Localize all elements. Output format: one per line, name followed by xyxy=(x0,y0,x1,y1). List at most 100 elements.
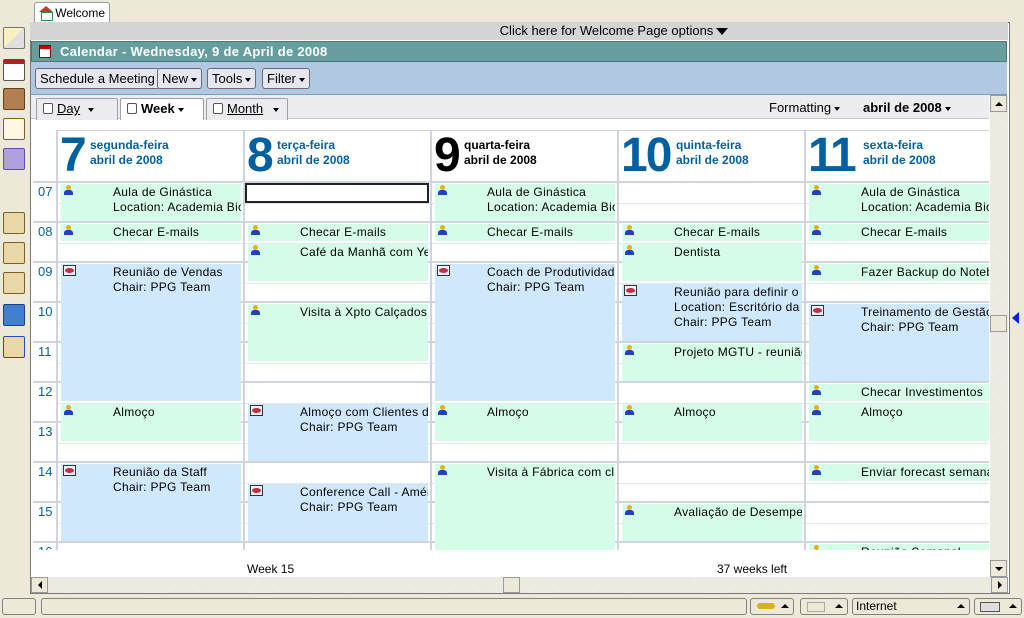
time-slot[interactable] xyxy=(806,443,989,462)
time-slot[interactable] xyxy=(245,283,429,302)
calendar-event[interactable]: Aula de Ginástica Location: Academia Bio xyxy=(435,184,615,221)
time-slot[interactable] xyxy=(245,363,429,382)
event-title: Treinamento de Gestão xyxy=(861,305,989,319)
day-header[interactable]: 7 segunda-feira abril de 2008 xyxy=(56,130,244,182)
time-slot[interactable] xyxy=(432,243,616,262)
calendar-event[interactable]: Aula de Ginástica Location: Academia Bio xyxy=(809,184,989,221)
mail-icon[interactable] xyxy=(3,27,25,49)
calendar-event[interactable]: Almoço xyxy=(435,404,615,441)
database-folder-icon[interactable] xyxy=(3,242,25,264)
time-slot[interactable] xyxy=(245,543,429,550)
time-slot[interactable] xyxy=(619,483,803,502)
day-header[interactable]: 9 quarta-feira abril de 2008 xyxy=(430,130,618,182)
internet-folder-icon[interactable] xyxy=(3,336,25,358)
tools-button[interactable]: Tools xyxy=(207,68,257,89)
keyboard-panel[interactable] xyxy=(974,598,1022,615)
tab-day[interactable]: Day xyxy=(36,98,118,120)
time-slot[interactable] xyxy=(806,483,989,502)
time-slot[interactable] xyxy=(432,443,616,462)
calendar-event[interactable]: Enviar forecast semana xyxy=(809,464,989,481)
calendar-event[interactable]: Treinamento de Gestão Chair: PPG Team xyxy=(809,304,989,381)
todo-icon[interactable] xyxy=(3,118,25,140)
zone-panel[interactable]: Internet xyxy=(852,598,970,615)
time-slot[interactable] xyxy=(806,503,989,522)
calendar-event[interactable]: Checar Investimentos xyxy=(809,384,989,401)
calendar-event[interactable]: Aula de Ginástica Location: Academia Bio xyxy=(61,184,241,221)
status-panel-left xyxy=(2,598,36,615)
vertical-scroll-thumb[interactable] xyxy=(990,315,1007,332)
time-slot[interactable] xyxy=(58,443,242,462)
time-slot[interactable] xyxy=(619,383,803,402)
calendar-event[interactable]: Almoço com Clientes d Chair: PPG Team xyxy=(248,404,428,461)
calendar-event[interactable]: Visita à Xpto Calçados xyxy=(248,304,428,361)
tab-month[interactable]: Month xyxy=(206,98,288,120)
scroll-left-button[interactable] xyxy=(31,577,48,593)
selected-time-slot[interactable] xyxy=(245,183,429,203)
time-slot[interactable] xyxy=(58,543,242,550)
address-book-icon[interactable] xyxy=(3,88,25,110)
formatting-menu[interactable]: Formatting xyxy=(769,100,841,116)
calendar-event[interactable]: Reunião Semanal xyxy=(809,544,989,550)
time-slot[interactable] xyxy=(245,383,429,402)
week-number: Week 15 xyxy=(247,562,295,576)
calendar-event[interactable]: Café da Manhã com Ye xyxy=(248,244,428,281)
time-slot[interactable] xyxy=(806,523,989,542)
calendar-event[interactable]: Checar E-mails xyxy=(435,224,615,241)
calendar-event[interactable]: Fazer Backup do Noteb xyxy=(809,264,989,281)
time-slot[interactable] xyxy=(619,543,803,550)
time-slot[interactable] xyxy=(619,443,803,462)
calendar-event[interactable]: Reunião da Staff Chair: PPG Team xyxy=(61,464,241,541)
time-slot[interactable] xyxy=(245,463,429,482)
security-panel[interactable] xyxy=(750,598,794,615)
calendar-event[interactable]: Visita à Fábrica com cli xyxy=(435,464,615,550)
calendar-event[interactable]: Conference Call - Amér Chair: PPG Team xyxy=(248,484,428,541)
calendar-event[interactable]: Almoço xyxy=(61,404,241,441)
folder-icon[interactable] xyxy=(3,272,25,294)
calendar-event[interactable]: Dentista xyxy=(622,244,802,281)
time-slot[interactable] xyxy=(619,463,803,482)
day-header[interactable]: 8 terça-feira abril de 2008 xyxy=(243,130,431,182)
privacy-panel[interactable] xyxy=(800,598,848,615)
scroll-right-button[interactable] xyxy=(991,577,1008,593)
time-slot[interactable] xyxy=(806,283,989,302)
meeting-icon xyxy=(624,285,637,296)
scroll-up-button[interactable] xyxy=(990,95,1007,112)
calendar-event[interactable]: Almoço xyxy=(622,404,802,441)
calendar-event[interactable]: Checar E-mails xyxy=(61,224,241,241)
vertical-scrollbar[interactable] xyxy=(990,95,1008,577)
calendar-icon[interactable] xyxy=(3,59,25,81)
calendar-event[interactable]: Checar E-mails xyxy=(809,224,989,241)
day-header[interactable]: 11 sexta-feira abril de 2008 xyxy=(804,130,989,182)
favorites-folder-icon[interactable] xyxy=(3,212,25,234)
database-icon[interactable] xyxy=(3,148,25,170)
calendar-event[interactable]: Reunião para definir o Location: Escritór… xyxy=(622,284,802,341)
schedule-meeting-button[interactable]: Schedule a Meeting xyxy=(35,68,160,89)
calendar-event[interactable]: Almoço xyxy=(809,404,989,441)
time-slot[interactable] xyxy=(619,183,803,202)
horizontal-scrollbar[interactable] xyxy=(31,577,1008,593)
time-slot[interactable] xyxy=(245,203,429,222)
hour-label: 14 xyxy=(38,464,53,479)
appointment-icon xyxy=(624,345,637,356)
hour-label: 12 xyxy=(38,384,53,399)
calendar-event[interactable]: Avaliação de Desempe xyxy=(622,504,802,541)
calendar-event[interactable]: Reunião de Vendas Chair: PPG Team xyxy=(61,264,241,401)
calendar-event[interactable]: Checar E-mails xyxy=(248,224,428,241)
calendar-event[interactable]: Coach de Produtividade Chair: PPG Team xyxy=(435,264,615,401)
month-selector[interactable]: abril de 2008 xyxy=(863,100,951,116)
time-slot[interactable] xyxy=(58,243,242,262)
time-slot[interactable] xyxy=(806,243,989,262)
calendar-event[interactable]: Checar E-mails xyxy=(622,224,802,241)
time-slot[interactable] xyxy=(619,203,803,222)
scroll-down-button[interactable] xyxy=(990,560,1007,577)
tab-welcome[interactable]: Welcome xyxy=(34,2,110,23)
library-folder-icon[interactable] xyxy=(3,304,25,326)
tab-week[interactable]: Week xyxy=(120,98,204,121)
horizontal-scroll-thumb[interactable] xyxy=(503,577,520,593)
welcome-options-bar[interactable]: Click here for Welcome Page options xyxy=(30,22,1008,40)
calendar-event[interactable]: Projeto MGTU - reunião xyxy=(622,344,802,381)
filter-button[interactable]: Filter xyxy=(262,68,310,89)
day-header[interactable]: 10 quinta-feira abril de 2008 xyxy=(617,130,805,182)
event-title: Almoço xyxy=(113,405,155,419)
new-button[interactable]: New xyxy=(157,68,203,89)
